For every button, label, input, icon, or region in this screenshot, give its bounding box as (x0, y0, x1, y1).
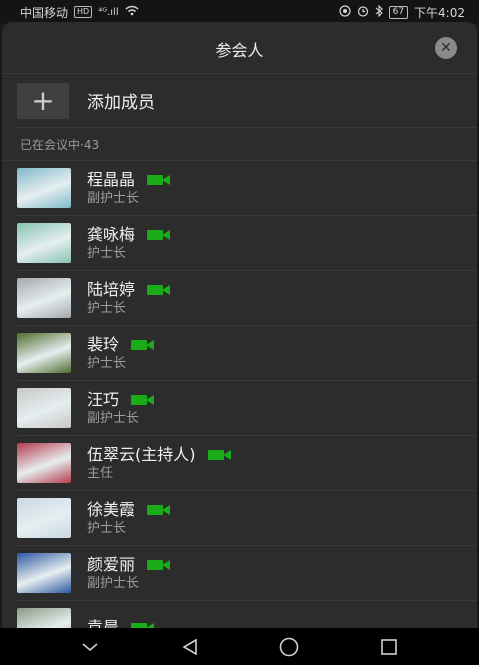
avatar (17, 553, 71, 593)
participant-info: 颜爱丽 副护士长 (87, 555, 172, 592)
shield-icon (338, 4, 351, 20)
add-member-label: 添加成员 (87, 93, 155, 113)
participant-info: 陆培婷 护士长 (87, 280, 172, 317)
participant-row[interactable]: 徐美霞 护士长 (17, 491, 477, 546)
participants-sheet: 参会人 ✕ + 添加成员 已在会议中·43 程晶晶 副护士长 龚咏梅 护士长 陆… (2, 22, 477, 628)
video-camera-icon (131, 394, 156, 406)
avatar (17, 278, 71, 318)
red-flowers-icon (17, 443, 71, 483)
recents-icon[interactable] (377, 636, 401, 658)
name-row: 汪巧 (87, 390, 156, 410)
participant-row[interactable]: 汪巧 副护士长 (17, 381, 477, 436)
signal-icon: ⁴ᴳ.ıll (98, 6, 119, 18)
sheet-header: 参会人 ✕ (2, 22, 477, 74)
avatar (17, 223, 71, 263)
carrier-label: 中国移动 (20, 5, 69, 20)
portrait-icon (17, 278, 71, 318)
lantern-fruit-icon (17, 333, 71, 373)
alarm-icon (357, 5, 369, 20)
name-row: 袁晨 (87, 618, 156, 628)
name-row: 龚咏梅 (87, 225, 172, 245)
participant-info: 程晶晶 副护士长 (87, 170, 172, 207)
name-row: 颜爱丽 (87, 555, 172, 575)
avatar (17, 443, 71, 483)
name-row: 徐美霞 (87, 500, 172, 520)
status-bar: 中国移动 HD ⁴ᴳ.ıll 67 下午4:02 (0, 0, 479, 24)
participant-row[interactable]: 裴玲 护士长 (17, 326, 477, 381)
clock-time: 下午4:02 (414, 5, 465, 20)
participant-role: 护士长 (87, 520, 127, 536)
home-icon[interactable] (277, 636, 301, 658)
plus-icon: + (17, 82, 69, 119)
avatar (17, 498, 71, 538)
participant-row[interactable]: 陆培婷 护士长 (17, 271, 477, 326)
avatar (17, 388, 71, 428)
status-right: 67 下午4:02 (338, 4, 465, 21)
participant-row[interactable]: 伍翠云(主持人) 主任 (17, 436, 477, 491)
video-camera-icon (147, 174, 172, 186)
avatar (17, 608, 71, 628)
name-row: 程晶晶 (87, 170, 172, 190)
participant-info: 汪巧 副护士长 (87, 390, 156, 427)
name-row: 陆培婷 (87, 280, 172, 300)
landscape-icon (17, 608, 71, 628)
avatar (17, 333, 71, 373)
member-list: 程晶晶 副护士长 龚咏梅 护士长 陆培婷 护士长 裴玲 护士长 汪巧 副护士长 … (2, 160, 477, 628)
status-left: 中国移动 HD ⁴ᴳ.ıll (20, 4, 139, 21)
participant-name: 龚咏梅 (87, 224, 136, 244)
hd-badge: HD (74, 6, 93, 18)
participant-name: 程晶晶 (87, 169, 136, 189)
participant-role: 副护士长 (87, 575, 140, 591)
participant-role: 副护士长 (87, 190, 140, 206)
participant-name: 裴玲 (87, 334, 120, 354)
iris-flower-icon (17, 498, 71, 538)
add-member-row[interactable]: + 添加成员 (17, 74, 477, 128)
wifi-icon (125, 5, 139, 19)
participant-name: 汪巧 (87, 389, 120, 409)
dancer-icon (17, 388, 71, 428)
bluetooth-icon (375, 4, 383, 20)
participant-role: 护士长 (87, 300, 127, 316)
participant-info: 龚咏梅 护士长 (87, 225, 172, 262)
video-camera-icon (207, 449, 233, 461)
avatar (17, 168, 71, 208)
name-row: 裴玲 (87, 335, 156, 355)
participant-role: 主任 (87, 465, 114, 481)
participant-row[interactable]: 颜爱丽 副护士长 (17, 546, 477, 601)
close-button[interactable]: ✕ (435, 37, 457, 59)
participant-row[interactable]: 袁晨 (17, 601, 477, 628)
video-camera-icon (147, 559, 172, 571)
in-meeting-count: 已在会议中·43 (20, 137, 100, 152)
back-icon[interactable] (178, 636, 202, 658)
cloud-icon (17, 553, 71, 593)
participant-info: 裴玲 护士长 (87, 335, 156, 372)
participant-role: 护士长 (87, 245, 127, 261)
sheet-title: 参会人 (215, 41, 264, 60)
participant-name: 陆培婷 (87, 279, 136, 299)
close-icon: ✕ (440, 40, 452, 56)
chevron-down-icon[interactable] (78, 636, 102, 658)
participant-name: 袁晨 (87, 618, 120, 628)
participant-role: 副护士长 (87, 410, 140, 426)
participant-info: 徐美霞 护士长 (87, 500, 172, 537)
video-camera-icon (147, 229, 172, 241)
participant-row[interactable]: 龚咏梅 护士长 (17, 216, 477, 271)
lake-icon (17, 168, 71, 208)
flowers-flag-icon (17, 223, 71, 263)
video-camera-icon (131, 339, 156, 351)
name-row: 伍翠云(主持人) (87, 445, 233, 465)
participant-info: 伍翠云(主持人) 主任 (87, 445, 233, 482)
participant-name: 伍翠云(主持人) (87, 444, 196, 464)
video-camera-icon (147, 284, 172, 296)
participant-name: 颜爱丽 (87, 554, 136, 574)
participant-row[interactable]: 程晶晶 副护士长 (17, 161, 477, 216)
participant-name: 徐美霞 (87, 499, 136, 519)
participant-role: 护士长 (87, 355, 127, 371)
battery-icon: 67 (388, 5, 409, 19)
video-camera-icon (147, 504, 172, 516)
navigation-bar (0, 628, 479, 665)
participant-info: 袁晨 (87, 618, 156, 628)
